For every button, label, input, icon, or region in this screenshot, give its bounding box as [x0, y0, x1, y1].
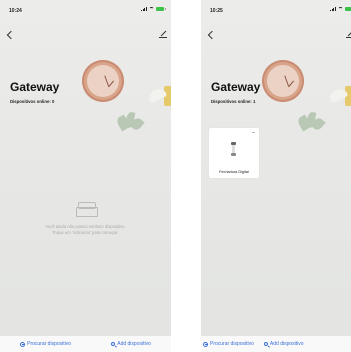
signal-icon [141, 7, 147, 11]
device-name: Fechadura Digital [219, 170, 249, 174]
screen-with-device: 10:25 Gateway Dispositivos online: 1 ...… [201, 0, 351, 352]
empty-line-2: Toque em 'Adicionar' para começar. [52, 230, 119, 235]
search-icon [263, 342, 268, 346]
more-icon[interactable]: ... [251, 129, 255, 135]
lock-mid [232, 145, 235, 153]
scan-device-button[interactable]: Procurar dispositivo [20, 341, 71, 347]
lock-bottom [231, 153, 236, 156]
status-icons [330, 7, 351, 11]
wifi-icon [338, 7, 343, 11]
page-title: Gateway [10, 80, 60, 94]
edit-icon[interactable] [159, 30, 167, 38]
devices-online-count: Dispositivos online: 1 [211, 99, 256, 104]
bottom-action-bar: Procurar dispositivo Add dispositivo [0, 336, 171, 352]
lamp-illustration [327, 86, 351, 106]
battery-icon [156, 7, 166, 11]
devices-online-count: Dispositivos online: 0 [10, 99, 55, 104]
lock-icon [231, 142, 236, 156]
wall-clock-illustration [262, 60, 304, 102]
wifi-icon [149, 7, 154, 11]
back-icon[interactable] [207, 30, 217, 40]
clock-hand [103, 75, 109, 87]
status-time: 10:25 [210, 8, 223, 14]
add-device-label: Add dispositivo [269, 341, 304, 347]
clock-face [87, 65, 119, 97]
empty-state-message: Você ainda não possui nenhum dispositivo… [0, 224, 171, 236]
add-device-button[interactable]: Add dispositivo [263, 341, 304, 347]
clock-face [267, 65, 299, 97]
screen-empty: 10:24 Gateway Dispositivos online: 0 Voc… [0, 0, 171, 352]
signal-icon [330, 7, 336, 11]
battery-icon [345, 7, 351, 11]
scan-device-label: Procurar dispositivo [210, 341, 254, 347]
plant-illustration [291, 110, 327, 140]
back-icon[interactable] [6, 30, 16, 40]
wall-clock-illustration [82, 60, 124, 102]
search-icon [111, 342, 116, 346]
status-time: 10:24 [9, 8, 22, 14]
status-bar: 10:24 [0, 0, 171, 22]
scan-device-label: Procurar dispositivo [27, 341, 72, 347]
add-device-label: Add dispositivo [117, 341, 151, 347]
plant-illustration [110, 110, 146, 140]
device-card[interactable]: ... Fechadura Digital [209, 128, 259, 178]
empty-box-icon [76, 200, 98, 217]
add-device-button[interactable]: Add dispositivo [111, 341, 151, 347]
plus-icon [203, 341, 208, 347]
status-bar: 10:25 [201, 0, 351, 22]
bottom-action-bar: Procurar dispositivo Add dispositivo [201, 336, 351, 352]
edit-icon[interactable] [346, 30, 351, 38]
box-body [76, 207, 98, 217]
scan-device-button[interactable]: Procurar dispositivo [203, 341, 254, 347]
lamp-illustration [146, 86, 171, 106]
status-icons [141, 7, 166, 11]
plus-icon [20, 341, 26, 347]
page-title: Gateway [211, 80, 261, 94]
clock-hand [283, 75, 289, 87]
